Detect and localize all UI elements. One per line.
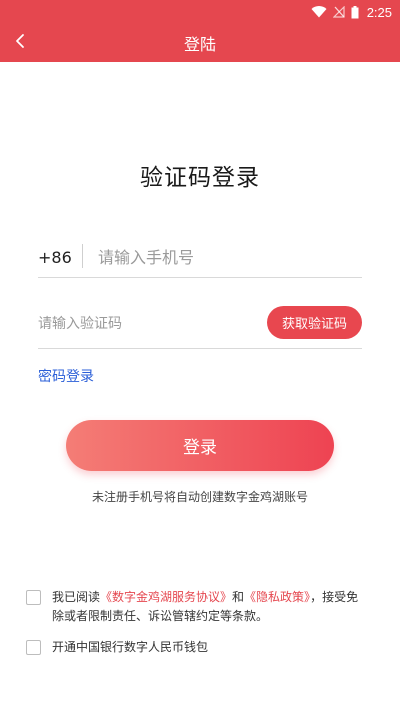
wifi-icon xyxy=(311,6,327,18)
login-heading: 验证码登录 xyxy=(140,165,260,191)
password-login-link[interactable]: 密码登录 xyxy=(38,366,94,386)
app-header: 2:25 登陆 xyxy=(0,0,400,62)
verification-code-input[interactable] xyxy=(38,312,258,336)
phone-input[interactable] xyxy=(98,244,348,270)
wallet-checkbox[interactable] xyxy=(26,640,41,655)
agreement-text: 我已阅读《数字金鸡湖服务协议》和《隐私政策》，接受免除或者限制责任、诉讼管辖约定… xyxy=(52,588,364,626)
auto-register-note: 未注册手机号将自动创建数字金鸡湖账号 xyxy=(91,490,308,504)
field-divider xyxy=(82,244,83,268)
phone-field-row: +86 xyxy=(38,240,362,278)
country-code[interactable]: +86 xyxy=(38,248,72,267)
page-title: 登陆 xyxy=(183,35,216,54)
get-code-button[interactable]: 获取验证码 xyxy=(267,306,362,339)
code-field-row: 获取验证码 xyxy=(38,306,362,349)
wallet-label: 开通中国银行数字人民币钱包 xyxy=(52,640,209,654)
privacy-policy-link[interactable]: 《隐私政策》 xyxy=(244,590,310,604)
agreement-checkbox[interactable] xyxy=(26,590,41,605)
login-button[interactable]: 登录 xyxy=(66,420,334,471)
service-agreement-link[interactable]: 《数字金鸡湖服务协议》 xyxy=(100,590,232,604)
battery-icon xyxy=(351,5,359,18)
no-signal-icon xyxy=(332,6,345,18)
status-bar: 2:25 xyxy=(311,0,400,24)
agreement-prefix: 我已阅读 xyxy=(52,590,101,604)
status-time: 2:25 xyxy=(366,4,392,20)
agreement-and: 和 xyxy=(232,590,245,604)
